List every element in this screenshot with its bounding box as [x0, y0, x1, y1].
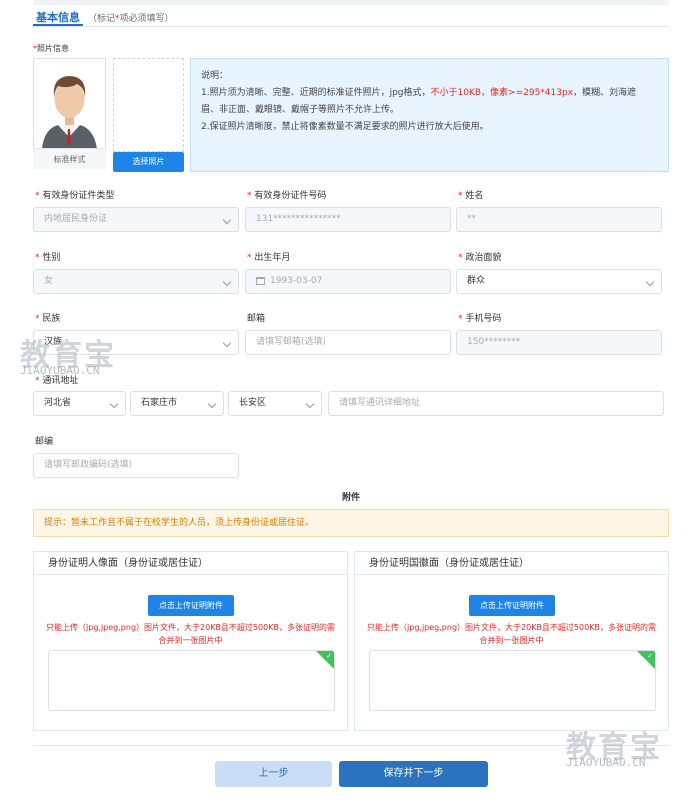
- address-detail-input[interactable]: 请填写通讯详细地址: [328, 391, 664, 416]
- politics-label: * 政治面貌: [458, 253, 502, 263]
- back-preview-box[interactable]: ✓: [369, 650, 656, 711]
- chevron-down-icon: [222, 338, 232, 348]
- id-type-label: * 有效身份证件类型: [35, 191, 115, 201]
- instructions-line3: 2.保证照片清晰度，禁止将像素数量不满足要求的照片进行放大后使用。: [201, 122, 489, 132]
- birth-label: * 出生年月: [247, 253, 291, 263]
- watermark-url: JIAOYUBAO.CN: [566, 756, 646, 769]
- politics-select[interactable]: 群众: [456, 269, 662, 294]
- postcode-label: 邮编: [35, 437, 54, 447]
- photo-upload-area[interactable]: [113, 58, 184, 152]
- tab-divider: [33, 26, 669, 27]
- chevron-down-icon: [207, 399, 217, 409]
- top-strip: [33, 0, 669, 5]
- email-input[interactable]: 请填写邮箱(选填): [245, 330, 451, 355]
- gender-select[interactable]: 女: [33, 269, 239, 294]
- avatar-sample-icon: [42, 76, 97, 149]
- email-label: 邮箱: [247, 314, 266, 324]
- postcode-input[interactable]: 请填写邮政编码(选填): [33, 453, 239, 478]
- front-preview-box[interactable]: ✓: [48, 650, 335, 711]
- upload-front-button[interactable]: 点击上传证明附件: [148, 595, 234, 616]
- calendar-icon: [256, 276, 265, 285]
- phone-input[interactable]: 150********: [456, 330, 662, 355]
- back-note: 只能上传（jpg,jpeg,png）图片文件，大于20KB且不超过500KB，多…: [367, 623, 656, 645]
- city-select[interactable]: 石家庄市: [130, 391, 224, 416]
- name-label: * 姓名: [458, 191, 484, 201]
- required-note: （标记*项必须填写）: [88, 14, 174, 24]
- instructions-title: 说明：: [201, 71, 229, 81]
- phone-label: * 手机号码: [458, 314, 502, 324]
- tab-basic-info[interactable]: 基本信息: [36, 9, 80, 25]
- address-label: * 通讯地址: [35, 376, 79, 386]
- instructions-line1: 1.照片须为清晰、完整、近期的标准证件照片，jpg格式，不小于10KB，像素>=…: [201, 88, 637, 98]
- previous-step-button[interactable]: 上一步: [215, 761, 332, 787]
- instructions-line2: 眉、非正面、戴眼镜、戴帽子等照片不允许上传。: [201, 105, 400, 115]
- ethnic-label: * 民族: [35, 314, 61, 324]
- id-type-select[interactable]: 内地居民身份证: [33, 207, 239, 232]
- id-front-title: 身份证明人像面（身份证或居住证）: [34, 552, 347, 575]
- front-note: 只能上传（jpg,jpeg,png）图片文件，大于20KB且不超过500KB，多…: [46, 623, 335, 645]
- chevron-down-icon: [109, 399, 119, 409]
- chevron-down-icon: [305, 399, 315, 409]
- chevron-down-icon: [645, 277, 655, 287]
- chevron-down-icon: [222, 215, 232, 225]
- chevron-down-icon: [222, 277, 232, 287]
- name-input[interactable]: **: [456, 207, 662, 232]
- photo-caption: 标准样式: [33, 148, 106, 169]
- id-back-title: 身份证明国徽面（身份证或居住证）: [355, 552, 668, 575]
- district-select[interactable]: 长安区: [228, 391, 322, 416]
- id-back-card: 身份证明国徽面（身份证或居住证） 点击上传证明附件 只能上传（jpg,jpeg,…: [354, 551, 669, 731]
- attachment-title: 附件: [342, 493, 361, 503]
- photo-instructions: 说明： 1.照片须为清晰、完整、近期的标准证件照片，jpg格式，不小于10KB，…: [190, 58, 669, 172]
- birth-date-picker[interactable]: 1993-03-07: [245, 269, 451, 294]
- id-number-input[interactable]: 131***************: [245, 207, 451, 232]
- save-next-button[interactable]: 保存并下一步: [339, 761, 488, 787]
- id-number-label: * 有效身份证件号码: [247, 191, 327, 201]
- gender-label: * 性别: [35, 253, 61, 263]
- photo-label: *照片信息: [33, 44, 69, 53]
- select-photo-button[interactable]: 选择照片: [113, 152, 184, 172]
- id-front-card: 身份证明人像面（身份证或居住证） 点击上传证明附件 只能上传（jpg,jpeg,…: [33, 551, 348, 731]
- upload-back-button[interactable]: 点击上传证明附件: [469, 595, 555, 616]
- province-select[interactable]: 河北省: [33, 391, 126, 416]
- attachment-warning: 提示：暂未工作且不属于在校学生的人员，须上传身份证或居住证。: [33, 509, 669, 537]
